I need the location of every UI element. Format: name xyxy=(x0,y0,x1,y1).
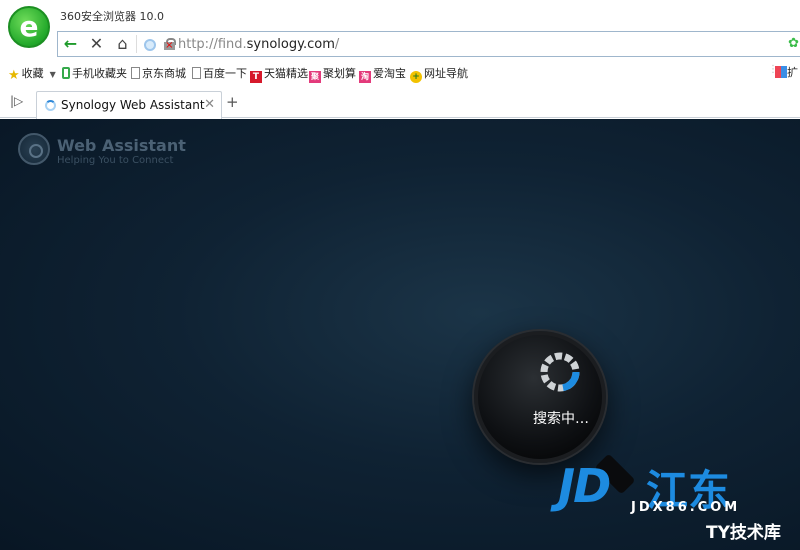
chevron-down-icon[interactable]: ▼ xyxy=(50,70,56,79)
bookmark-label: 百度一下 xyxy=(203,67,247,80)
bookmark-label: 收藏 xyxy=(21,67,44,80)
search-status-text: 搜索中… xyxy=(533,411,589,427)
bookmark-tmall[interactable]: T 天猫精选 xyxy=(250,65,308,83)
page-icon xyxy=(192,67,201,79)
site-info-icon[interactable] xyxy=(144,38,156,51)
title-bar: e 360安全浏览器 10.0 xyxy=(0,0,800,48)
page-content: Web Assistant Helping You to Connect 搜索中… xyxy=(0,119,800,550)
divider xyxy=(136,35,137,53)
extensions-label: 扩 xyxy=(787,66,798,79)
web-assistant-logo-icon xyxy=(18,133,50,165)
new-tab-button[interactable]: + xyxy=(226,93,239,111)
watermark-logo: JD xyxy=(558,459,611,513)
bookmark-label: 手机收藏夹 xyxy=(72,67,127,80)
bookmark-juhuasuan[interactable]: 聚聚划算 xyxy=(309,65,356,83)
bookmark-nav[interactable]: + 网址导航 xyxy=(410,65,468,83)
search-progress-icon xyxy=(540,352,580,392)
bookmark-baidu[interactable]: 百度一下 xyxy=(192,65,247,81)
address-bar: ← ✕ ⌂ http://find.synology.com/ ✿ xyxy=(57,31,800,57)
bookmark-favorites[interactable]: ★ 收藏 ▼ xyxy=(8,65,56,83)
url-prefix: http://find. xyxy=(178,37,247,52)
apps-grid-icon xyxy=(775,66,787,78)
tab-synology-web-assistant[interactable]: Synology Web Assistant ✕ xyxy=(36,91,222,119)
tab-bar: |▷ Synology Web Assistant ✕ + xyxy=(0,88,800,119)
extensions-button[interactable]: 扩 xyxy=(775,64,798,80)
address-status-icons xyxy=(144,37,176,51)
refresh-icon[interactable]: ✿ xyxy=(788,36,799,51)
nav-icon: + xyxy=(410,71,422,83)
loading-spinner-icon xyxy=(45,100,56,111)
bookmark-aitaobao[interactable]: 淘爱淘宝 xyxy=(359,65,406,83)
url-suffix: / xyxy=(334,37,340,52)
juhuasuan-icon: 聚 xyxy=(309,71,321,83)
url-input[interactable]: http://find.synology.com/ xyxy=(178,37,339,52)
close-icon[interactable]: ✕ xyxy=(204,97,215,112)
bookmark-mobile[interactable]: 手机收藏夹 xyxy=(62,65,127,81)
bookmarks-bar: ★ 收藏 ▼ 手机收藏夹 京东商城 百度一下 T 天猫精选 聚聚划算 淘爱淘宝 + 网址… xyxy=(0,62,800,84)
insecure-lock-icon[interactable] xyxy=(163,38,176,51)
brand-subtitle: Helping You to Connect xyxy=(57,155,174,166)
page-icon xyxy=(131,67,140,79)
tab-title: Synology Web Assistant xyxy=(61,98,205,112)
home-button[interactable]: ⌂ xyxy=(110,32,135,56)
app-title: 360安全浏览器 10.0 xyxy=(60,10,164,23)
star-icon: ★ xyxy=(8,68,20,83)
back-button[interactable]: ← xyxy=(58,32,83,56)
corner-watermark: TY技术库 xyxy=(706,523,781,543)
navigation-bar: ← ✕ ⌂ http://find.synology.com/ ✿ xyxy=(0,28,800,60)
bookmark-label: 爱淘宝 xyxy=(373,67,406,80)
url-domain: synology.com xyxy=(246,37,335,52)
bookmark-label: 聚划算 xyxy=(323,67,356,80)
phone-icon xyxy=(62,67,70,79)
watermark-url: JDX86.COM xyxy=(631,500,741,515)
sidebar-toggle-icon[interactable]: |▷ xyxy=(10,94,23,108)
bookmark-jd[interactable]: 京东商城 xyxy=(131,65,186,81)
tmall-icon: T xyxy=(250,71,262,83)
aitaobao-icon: 淘 xyxy=(359,71,371,83)
stop-button[interactable]: ✕ xyxy=(84,32,109,56)
bookmark-label: 京东商城 xyxy=(142,67,186,80)
brand-title: Web Assistant xyxy=(57,136,186,155)
bookmark-label: 网址导航 xyxy=(424,67,468,80)
bookmark-label: 天猫精选 xyxy=(264,67,308,80)
